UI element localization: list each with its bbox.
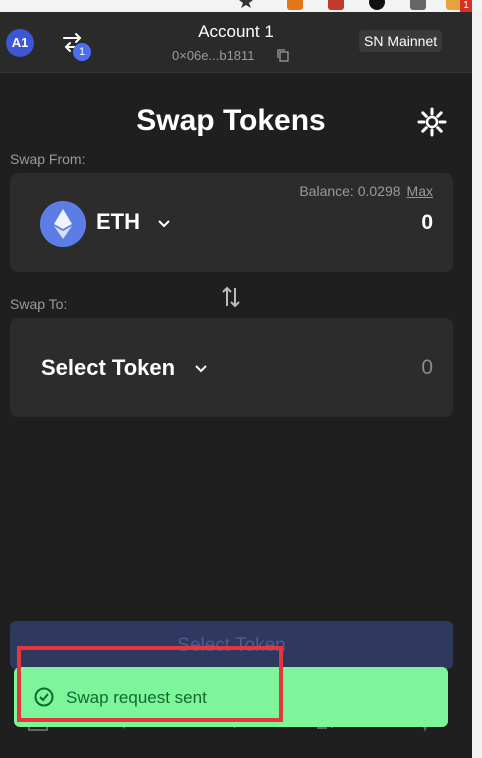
gear-icon[interactable] [416,106,448,138]
select-token-button[interactable]: Select Token [41,355,175,381]
swap-from-label: Swap From: [10,151,86,167]
max-button[interactable]: Max [407,183,433,199]
chevron-down-icon[interactable] [194,364,208,374]
swap-to-label: Swap To: [10,296,68,312]
header: A1 1 Account 1 0×06e...b1811 SN Mainnet [0,12,472,73]
star-icon[interactable] [238,0,254,10]
swap-from-card: Balance: 0.0298 Max ETH 0 [10,173,453,272]
chevron-down-icon[interactable] [157,219,171,229]
swap-direction-icon[interactable] [220,285,242,309]
from-token-symbol[interactable]: ETH [96,209,140,235]
scrollbar[interactable] [471,12,482,758]
to-amount-input[interactable]: 0 [421,356,433,380]
extension-icon[interactable] [410,0,426,10]
extension-icon[interactable] [328,0,344,10]
network-selector[interactable]: SN Mainnet [359,30,443,52]
from-amount-input[interactable]: 0 [421,211,433,235]
pending-txn-count: 1 [73,43,91,61]
balance-text: Balance: 0.0298 [299,183,401,199]
highlight-box [17,646,283,722]
eth-icon[interactable] [40,201,86,247]
copy-icon[interactable] [276,48,290,62]
extension-icon[interactable] [287,0,303,10]
page-title: Swap Tokens [136,104,326,137]
browser-toolbar: 1 [0,0,482,12]
extension-icon[interactable] [369,0,385,10]
swap-to-card: Select Token 0 [10,318,453,417]
balance-display: Balance: 0.0298 Max [299,183,433,199]
extension-badge: 1 [460,0,472,12]
account-address: 0×06e...b1811 [172,48,255,63]
